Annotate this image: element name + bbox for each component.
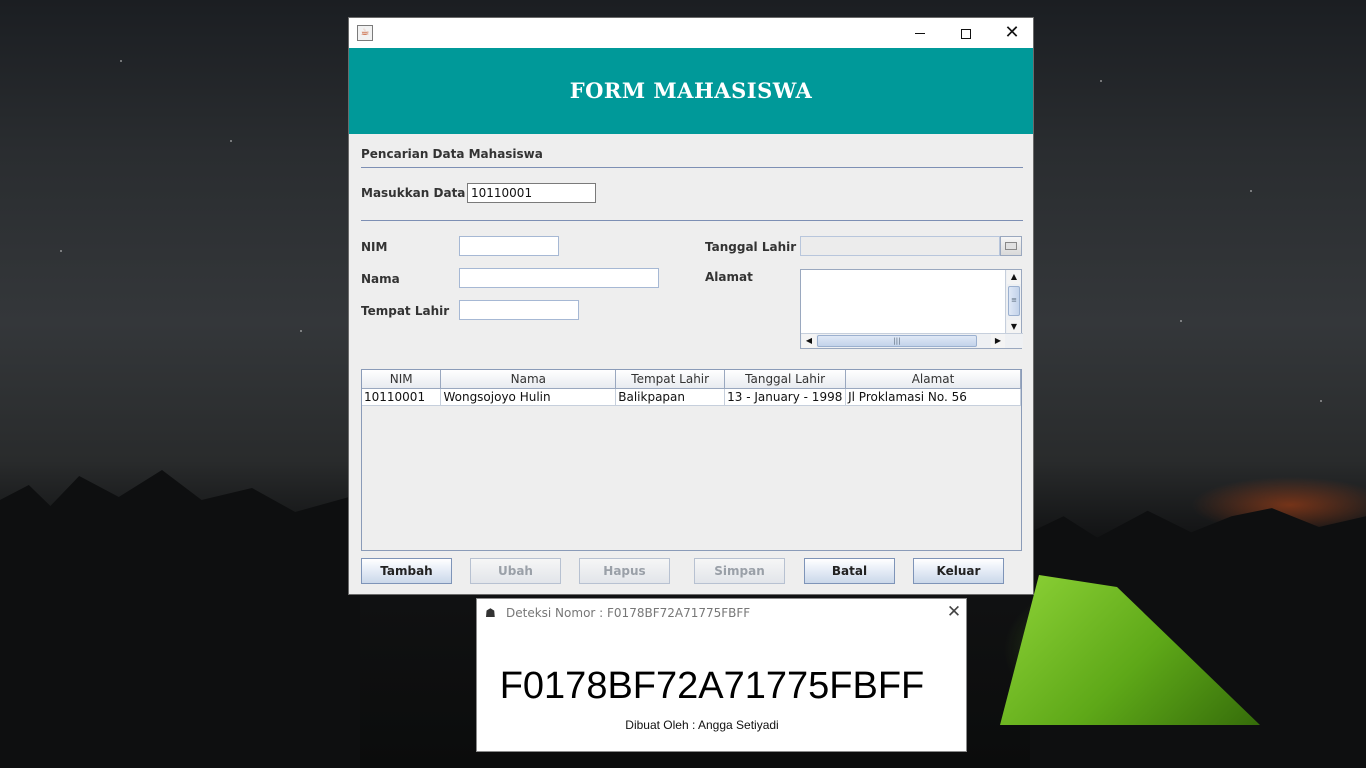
- hapus-button[interactable]: Hapus: [579, 558, 670, 584]
- table-cell[interactable]: 10110001: [362, 388, 442, 406]
- table-cell[interactable]: Jl Proklamasi No. 56: [845, 388, 1021, 406]
- tempat-lahir-field[interactable]: [459, 300, 579, 320]
- table-header-row: NIM Nama Tempat Lahir Tanggal Lahir Alam…: [362, 370, 1021, 389]
- dialog-title: Deteksi Nomor : F0178BF72A71775FBFF: [506, 606, 751, 620]
- scroll-left-icon[interactable]: ◀: [802, 334, 816, 348]
- scroll-thumb[interactable]: ≡: [1008, 286, 1020, 316]
- alamat-textarea[interactable]: ▲ ≡ ▼ ◀ ||| ▶: [800, 269, 1023, 349]
- nama-field[interactable]: [459, 268, 659, 288]
- nama-label: Nama: [361, 272, 400, 286]
- scroll-up-icon[interactable]: ▲: [1007, 270, 1021, 284]
- minimize-button[interactable]: [897, 18, 943, 48]
- alamat-label: Alamat: [705, 270, 753, 284]
- nim-field[interactable]: [459, 236, 559, 256]
- horizontal-scrollbar[interactable]: ◀ ||| ▶: [801, 333, 1023, 348]
- nim-label: NIM: [361, 240, 388, 254]
- scroll-right-icon[interactable]: ▶: [991, 334, 1005, 348]
- tambah-button[interactable]: Tambah: [361, 558, 452, 584]
- credit-text: Dibuat Oleh : Angga Setiyadi: [625, 718, 779, 732]
- search-input[interactable]: [467, 183, 596, 203]
- close-button[interactable]: ✕: [989, 18, 1035, 48]
- search-section-title: Pencarian Data Mahasiswa: [361, 147, 543, 161]
- table-row[interactable]: 10110001 Wongsojoyo Hulin Balikpapan 13 …: [362, 388, 1021, 406]
- simpan-button[interactable]: Simpan: [694, 558, 785, 584]
- keluar-button[interactable]: Keluar: [913, 558, 1004, 584]
- page-title: FORM MAHASISWA: [349, 48, 1033, 134]
- deteksi-nomor-dialog: ☗ Deteksi Nomor : F0178BF72A71775FBFF ✕ …: [476, 598, 967, 752]
- title-bar[interactable]: ☕ ✕: [349, 18, 1033, 48]
- scroll-down-icon[interactable]: ▼: [1007, 320, 1021, 334]
- form-mahasiswa-window: ☕ ✕ FORM MAHASISWA Pencarian Data Mahasi…: [348, 17, 1034, 595]
- calendar-icon: [1005, 242, 1017, 250]
- search-label: Masukkan Data: [361, 186, 466, 200]
- column-header[interactable]: Tempat Lahir: [615, 370, 726, 389]
- tanggal-lahir-field[interactable]: [800, 236, 1000, 256]
- scroll-thumb[interactable]: |||: [817, 335, 977, 347]
- java-duke-icon: ☗: [485, 606, 496, 620]
- close-icon[interactable]: ✕: [945, 602, 963, 622]
- tempat-lahir-label: Tempat Lahir: [361, 304, 450, 318]
- batal-button[interactable]: Batal: [804, 558, 895, 584]
- column-header[interactable]: Nama: [440, 370, 617, 389]
- java-cup-icon: ☕: [357, 25, 373, 41]
- detected-number: F0178BF72A71775FBFF: [499, 665, 925, 707]
- mahasiswa-table[interactable]: NIM Nama Tempat Lahir Tanggal Lahir Alam…: [361, 369, 1022, 551]
- table-cell[interactable]: Balikpapan: [615, 388, 726, 406]
- table-cell[interactable]: Wongsojoyo Hulin: [440, 388, 617, 406]
- vertical-scrollbar[interactable]: ▲ ≡ ▼: [1005, 270, 1021, 334]
- tanggal-lahir-label: Tanggal Lahir: [705, 240, 797, 254]
- divider: [361, 167, 1023, 168]
- column-header[interactable]: NIM: [362, 370, 442, 389]
- column-header[interactable]: Alamat: [845, 370, 1021, 389]
- maximize-button[interactable]: [943, 18, 989, 48]
- date-picker-button[interactable]: [1000, 236, 1022, 256]
- ubah-button[interactable]: Ubah: [470, 558, 561, 584]
- divider: [361, 220, 1023, 221]
- column-header[interactable]: Tanggal Lahir: [724, 370, 847, 389]
- table-cell[interactable]: 13 - January - 1998: [724, 388, 847, 406]
